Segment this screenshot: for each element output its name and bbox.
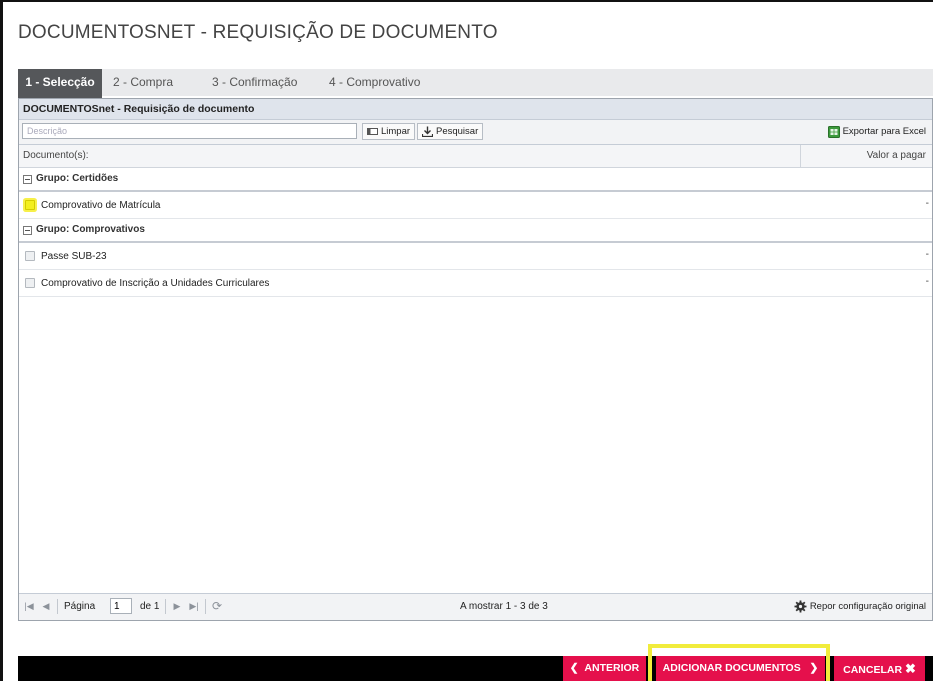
tab-confirmation[interactable]: 3 - Confirmação: [212, 69, 297, 96]
highlight-frame: [648, 644, 830, 681]
cancel-label: CANCELAR: [843, 664, 903, 676]
grid-title: DOCUMENTOSnet - Requisição de documento: [19, 99, 932, 120]
table-row[interactable]: Comprovativo de Inscrição a Unidades Cur…: [19, 270, 932, 297]
cancel-button[interactable]: CANCELAR ✖: [834, 656, 925, 681]
document-column-header[interactable]: Documento(s):: [23, 145, 89, 167]
tab-purchase[interactable]: 2 - Compra: [113, 69, 173, 96]
page-title: DOCUMENTOSNET - REQUISIÇÃO DE DOCUMENTO: [18, 22, 498, 43]
document-label: Passe SUB-23: [41, 250, 107, 262]
collapse-icon[interactable]: [23, 174, 32, 184]
previous-button[interactable]: ❮ ANTERIOR: [563, 656, 646, 681]
next-page-icon[interactable]: ▶: [170, 599, 184, 613]
page-count: de 1: [140, 601, 160, 612]
divider: [57, 599, 58, 614]
value-cell: -: [925, 198, 929, 209]
value-cell: -: [925, 276, 929, 287]
search-button[interactable]: Pesquisar: [417, 123, 484, 140]
reset-label: Repor configuração original: [809, 601, 926, 612]
search-label: Pesquisar: [436, 126, 479, 137]
previous-label: ANTERIOR: [584, 662, 640, 674]
table-row[interactable]: Comprovativo de Matrícula -: [19, 192, 932, 219]
refresh-icon[interactable]: ⟳: [210, 599, 224, 613]
excel-icon: [827, 125, 840, 138]
export-excel-button[interactable]: Exportar para Excel: [824, 123, 930, 140]
first-page-icon[interactable]: |◀: [22, 599, 36, 613]
group-header-comprovativos[interactable]: Grupo: Comprovativos: [19, 219, 932, 243]
checkbox-comprovativo-matricula[interactable]: [25, 200, 35, 210]
checkbox-inscricao-uc[interactable]: [25, 278, 35, 288]
reset-config-button[interactable]: Repor configuração original: [790, 598, 930, 615]
checkbox-passe-sub23[interactable]: [25, 251, 35, 261]
divider: [165, 599, 166, 614]
column-headers: Documento(s): Valor a pagar: [19, 145, 932, 168]
gear-icon: [794, 600, 807, 613]
clear-label: Limpar: [381, 126, 411, 137]
download-icon: [422, 126, 433, 137]
group-label: Grupo: Certidões: [36, 173, 119, 184]
document-label: Comprovativo de Inscrição a Unidades Cur…: [41, 277, 270, 289]
group-header-certidoes[interactable]: Grupo: Certidões: [19, 168, 932, 192]
wizard-tabs: 1 - Selecção 2 - Compra 3 - Confirmação …: [18, 69, 933, 99]
grid-toolbar: Limpar Pesquisar Exportar para Excel: [19, 120, 932, 145]
tab-receipt[interactable]: 4 - Comprovativo: [329, 69, 420, 96]
collapse-icon[interactable]: [23, 225, 32, 235]
last-page-icon[interactable]: ▶|: [187, 599, 201, 613]
value-cell: -: [925, 249, 929, 260]
clear-button[interactable]: Limpar: [362, 123, 416, 140]
export-label: Exportar para Excel: [842, 126, 926, 137]
page-label: Página: [64, 601, 96, 612]
divider: [205, 599, 206, 614]
documents-grid: DOCUMENTOSnet - Requisição de documento …: [18, 98, 933, 621]
description-search-input[interactable]: [22, 123, 357, 139]
prev-page-icon[interactable]: ◀: [39, 599, 53, 613]
record-count: A mostrar 1 - 3 de 3: [460, 601, 548, 612]
tab-selection[interactable]: 1 - Selecção: [18, 69, 102, 99]
chevron-left-icon: ❮: [569, 662, 579, 674]
value-column-header[interactable]: Valor a pagar: [800, 145, 932, 167]
document-label: Comprovativo de Matrícula: [41, 199, 161, 211]
table-row[interactable]: Passe SUB-23 -: [19, 243, 932, 270]
pagination-bar: |◀ ◀ Página de 1 ▶ ▶| ⟳ A mostrar 1 - 3 …: [19, 593, 932, 620]
group-label: Grupo: Comprovativos: [36, 224, 145, 235]
page-number-input[interactable]: [110, 598, 132, 614]
eraser-icon: [367, 128, 378, 135]
close-icon: ✖: [904, 661, 916, 676]
